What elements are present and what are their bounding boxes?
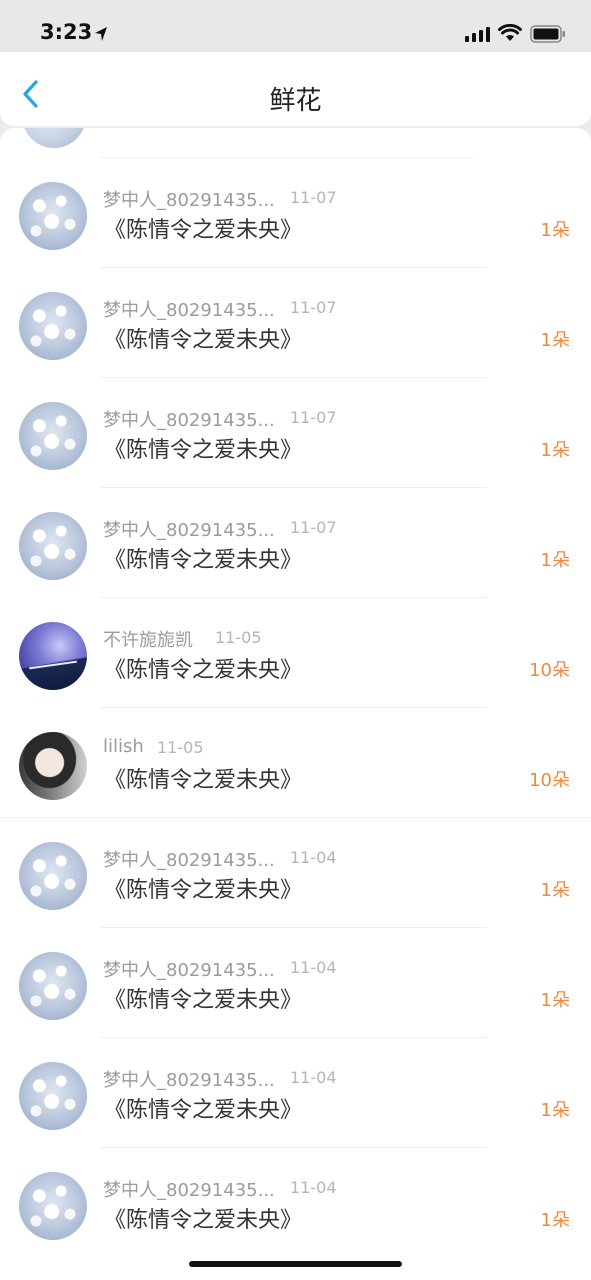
- page-title: 鲜花: [269, 86, 322, 116]
- work-title[interactable]: 《陈情令之爱未央》: [104, 652, 302, 684]
- avatar[interactable]: [19, 952, 87, 1020]
- work-title[interactable]: 《陈情令之爱未央》: [104, 322, 302, 354]
- work-title[interactable]: 《陈情令之爱未央》: [104, 762, 302, 794]
- list-item[interactable]: lilish 11-05 《陈情令之爱未央》 10朵: [0, 708, 591, 818]
- flower-count: 1朵: [540, 220, 570, 241]
- work-title[interactable]: 《陈情令之爱未央》: [104, 212, 302, 244]
- list-item[interactable]: 不许旎旎凯 11-05 《陈情令之爱未央》 10朵: [0, 598, 591, 708]
- flower-count: 1朵: [540, 990, 570, 1011]
- avatar[interactable]: [19, 512, 87, 580]
- user-name[interactable]: 梦中人_80291435...: [103, 186, 275, 212]
- location-arrow-icon: [95, 27, 107, 41]
- date: 11-04: [290, 958, 337, 977]
- flower-count: 1朵: [540, 1100, 570, 1121]
- list-item[interactable]: 梦中人_80291435... 11-07 《陈情令之爱未央》 1朵: [0, 488, 591, 598]
- date: 11-07: [290, 408, 337, 427]
- screen: 3:23 鲜花 梦中人_80291435... 11-07 《陈情令之爱未央》 …: [0, 0, 591, 1280]
- list-item[interactable]: 梦中人_80291435... 11-04 《陈情令之爱未央》 1朵: [0, 928, 591, 1038]
- user-name[interactable]: 梦中人_80291435...: [103, 1176, 275, 1202]
- work-title[interactable]: 《陈情令之爱未央》: [104, 872, 302, 904]
- date: 11-05: [215, 628, 262, 647]
- work-title[interactable]: 《陈情令之爱未央》: [104, 982, 302, 1014]
- date: 11-07: [290, 188, 337, 207]
- work-title[interactable]: 《陈情令之爱未央》: [104, 542, 302, 574]
- user-name[interactable]: 梦中人_80291435...: [103, 296, 275, 322]
- flower-count: 1朵: [540, 440, 570, 461]
- work-title[interactable]: 《陈情令之爱未央》: [104, 1092, 302, 1124]
- flower-count: 1朵: [540, 880, 570, 901]
- avatar[interactable]: [19, 1172, 87, 1240]
- flower-count: 1朵: [540, 330, 570, 351]
- list-item[interactable]: 梦中人_80291435... 11-07 《陈情令之爱未央》 1朵: [0, 158, 591, 268]
- avatar[interactable]: [19, 292, 87, 360]
- date: 11-07: [290, 518, 337, 537]
- work-title[interactable]: 《陈情令之爱未央》: [104, 432, 302, 464]
- date: 11-05: [157, 738, 204, 757]
- flower-list: 梦中人_80291435... 11-07 《陈情令之爱未央》 1朵 梦中人_8…: [0, 128, 591, 1280]
- user-name[interactable]: 不许旎旎凯: [103, 626, 193, 652]
- date: 11-04: [290, 1178, 337, 1197]
- flower-count: 1朵: [540, 1210, 570, 1231]
- home-indicator[interactable]: [189, 1261, 402, 1267]
- list-item[interactable]: 梦中人_80291435... 11-04 《陈情令之爱未央》 1朵: [0, 1038, 591, 1148]
- avatar[interactable]: [19, 1062, 87, 1130]
- list-item[interactable]: 梦中人_80291435... 11-07 《陈情令之爱未央》 1朵: [0, 378, 591, 488]
- user-name[interactable]: lilish: [103, 736, 144, 757]
- list-item[interactable]: 梦中人_80291435... 11-07 《陈情令之爱未央》 1朵: [0, 268, 591, 378]
- avatar[interactable]: [19, 622, 87, 690]
- flower-count: 1朵: [540, 550, 570, 571]
- user-name[interactable]: 梦中人_80291435...: [103, 516, 275, 542]
- battery-icon: [530, 25, 565, 43]
- date: 11-04: [290, 848, 337, 867]
- user-name[interactable]: 梦中人_80291435...: [103, 406, 275, 432]
- list-item[interactable]: 梦中人_80291435... 11-04 《陈情令之爱未央》 1朵: [0, 1148, 591, 1258]
- flower-count: 10朵: [529, 660, 570, 681]
- list-item[interactable]: 梦中人_80291435... 11-04 《陈情令之爱未央》 1朵: [0, 818, 591, 928]
- cellular-signal-icon: [465, 27, 490, 42]
- status-bar: 3:23: [0, 0, 591, 52]
- avatar[interactable]: [19, 842, 87, 910]
- header: 鲜花: [0, 52, 591, 126]
- avatar[interactable]: [19, 732, 87, 800]
- date: 11-04: [290, 1068, 337, 1087]
- work-title[interactable]: 《陈情令之爱未央》: [104, 1202, 302, 1234]
- wifi-icon: [498, 24, 522, 41]
- flower-count: 10朵: [529, 770, 570, 791]
- avatar[interactable]: [19, 402, 87, 470]
- user-name[interactable]: 梦中人_80291435...: [103, 846, 275, 872]
- date: 11-07: [290, 298, 337, 317]
- avatar[interactable]: [19, 182, 87, 250]
- user-name[interactable]: 梦中人_80291435...: [103, 1066, 275, 1092]
- status-time: 3:23: [40, 20, 93, 44]
- avatar: [22, 128, 86, 148]
- user-name[interactable]: 梦中人_80291435...: [103, 956, 275, 982]
